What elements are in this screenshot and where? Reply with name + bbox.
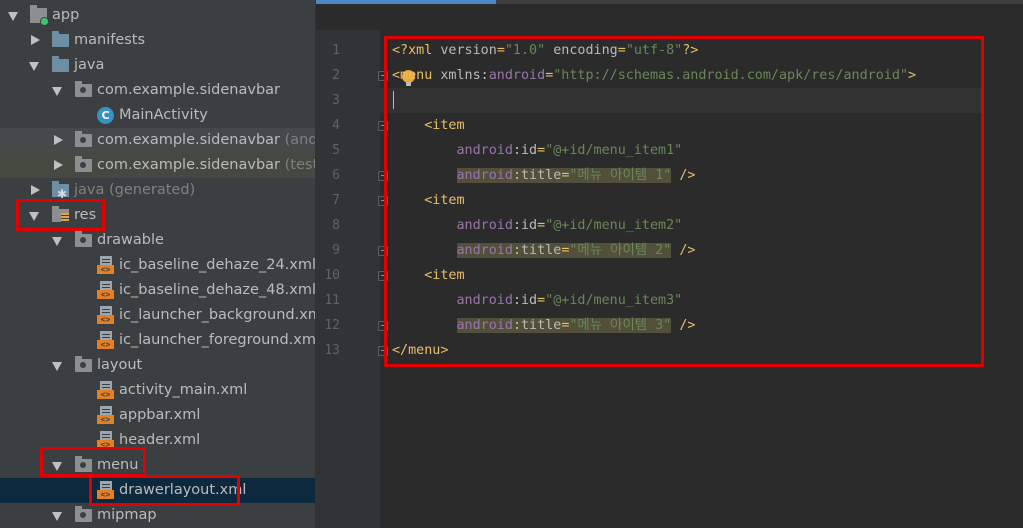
highlight-box-code <box>384 36 984 367</box>
tree-item-label: appbar.xml <box>119 407 201 423</box>
collapse-arrow-icon[interactable] <box>54 135 63 145</box>
xml-file-icon: <> <box>97 381 114 399</box>
line-number: 4 <box>332 118 340 133</box>
folder-icon <box>75 231 92 247</box>
xml-file-icon: <> <box>97 331 114 349</box>
tree-item-label: com.example.sidenavbar (test) <box>97 157 315 173</box>
expand-arrow-icon[interactable] <box>52 237 62 246</box>
tree-item-label: manifests <box>74 32 146 48</box>
tree-item-file[interactable]: <> ic_baseline_dehaze_24.xml <box>0 253 315 278</box>
collapse-arrow-icon[interactable] <box>54 160 63 170</box>
tree-item-label: mipmap <box>97 507 157 523</box>
tree-item-label: com.example.sidenavbar (andro <box>97 132 315 148</box>
tree-item-label: app <box>52 7 80 23</box>
tree-item-file[interactable]: <> appbar.xml <box>0 403 315 428</box>
tree-item-label: ic_baseline_dehaze_24.xml <box>119 257 315 273</box>
tree-item-label: ic_baseline_dehaze_48.xml <box>119 282 315 298</box>
tree-item-mipmap[interactable]: mipmap <box>0 503 315 528</box>
tree-item-label: drawable <box>97 232 164 248</box>
generated-folder-icon <box>52 181 69 207</box>
tree-item-file[interactable]: <> activity_main.xml <box>0 378 315 403</box>
line-number: 9 <box>332 243 340 258</box>
xml-file-icon: <> <box>97 256 114 274</box>
highlight-box-res <box>16 199 105 231</box>
line-number: 12 <box>324 318 340 333</box>
collapse-arrow-icon[interactable] <box>31 185 40 195</box>
tree-item-label: activity_main.xml <box>119 382 248 398</box>
folder-icon <box>75 506 92 522</box>
tree-item-label: com.example.sidenavbar <box>97 82 281 98</box>
tree-item-drawable[interactable]: drawable <box>0 228 315 253</box>
package-icon <box>75 131 92 147</box>
package-icon <box>75 156 92 172</box>
line-number: 1 <box>332 43 340 58</box>
highlight-box-drawerlayout <box>89 475 240 506</box>
tree-item-app[interactable]: app <box>0 3 315 28</box>
folder-icon <box>52 31 69 47</box>
line-number: 8 <box>332 218 340 233</box>
tree-item-label: java <box>74 57 105 73</box>
tree-item-label: MainActivity <box>119 107 208 123</box>
tree-item-layout[interactable]: layout <box>0 353 315 378</box>
expand-arrow-icon[interactable] <box>29 62 39 71</box>
line-number: 5 <box>332 143 340 158</box>
app-module-icon <box>30 5 49 26</box>
expand-arrow-icon[interactable] <box>52 512 62 521</box>
tree-item-file[interactable]: <> ic_launcher_foreground.xml ( <box>0 328 315 353</box>
code-editor[interactable]: 1 2 3 4 5 6 7 8 9 10 11 12 13 <?xml version="1.0" en… <box>316 0 1023 528</box>
line-number: 7 <box>332 193 340 208</box>
xml-file-icon: <> <box>97 306 114 324</box>
tree-item-file[interactable]: <> ic_baseline_dehaze_48.xml <box>0 278 315 303</box>
tree-item-mainactivity[interactable]: C MainActivity <box>0 103 315 128</box>
xml-file-icon: <> <box>97 281 114 299</box>
tree-item-package-main[interactable]: com.example.sidenavbar <box>0 78 315 103</box>
expand-arrow-icon[interactable] <box>52 362 62 371</box>
active-tab-indicator[interactable] <box>316 0 496 4</box>
tree-item-label: ic_launcher_foreground.xml ( <box>119 332 315 348</box>
line-number: 11 <box>324 293 340 308</box>
tree-item-label: layout <box>97 357 143 373</box>
line-number: 13 <box>324 343 340 358</box>
package-icon <box>75 81 92 97</box>
line-number: 3 <box>332 93 340 108</box>
tree-item-label: ic_launcher_background.xml <box>119 307 315 323</box>
tree-item-package-test[interactable]: com.example.sidenavbar (test) <box>0 153 315 178</box>
tree-item-file[interactable]: <> ic_launcher_background.xml <box>0 303 315 328</box>
tree-item-manifests[interactable]: manifests <box>0 28 315 53</box>
collapse-arrow-icon[interactable] <box>31 35 40 45</box>
folder-icon <box>75 356 92 372</box>
line-number: 10 <box>324 268 340 283</box>
line-number: 2 <box>332 68 340 83</box>
xml-file-icon: <> <box>97 406 114 424</box>
highlight-box-menu <box>40 447 146 477</box>
line-number: 6 <box>332 168 340 183</box>
editor-tab-bar <box>316 0 1023 4</box>
folder-icon <box>52 56 69 72</box>
tree-item-java[interactable]: java <box>0 53 315 78</box>
expand-arrow-icon[interactable] <box>8 12 18 21</box>
project-tree-panel: app manifests java com.example.sidenavba… <box>0 0 315 528</box>
tree-item-package-androidtest[interactable]: com.example.sidenavbar (andro <box>0 128 315 153</box>
expand-arrow-icon[interactable] <box>52 87 62 96</box>
java-class-icon: C <box>97 107 114 124</box>
